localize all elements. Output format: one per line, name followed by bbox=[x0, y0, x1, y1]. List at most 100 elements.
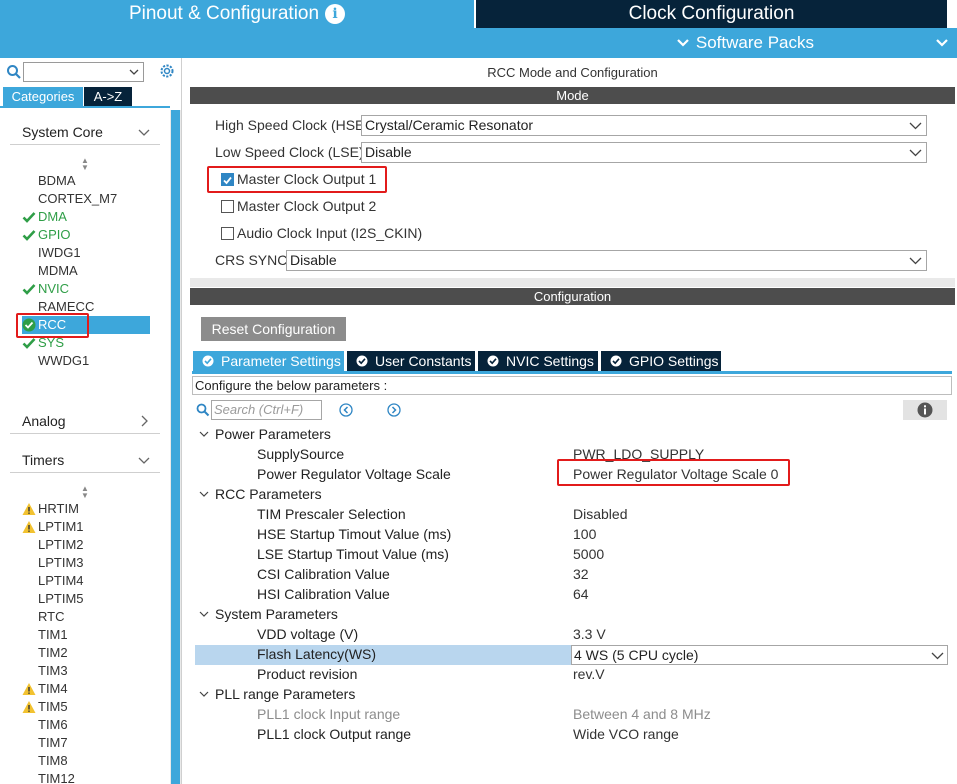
expand-chevron-icon[interactable] bbox=[931, 30, 953, 56]
sidebar-item-hrtim[interactable]: HRTIM bbox=[22, 500, 150, 518]
section-analog[interactable]: Analog bbox=[10, 410, 160, 434]
chevron-down-icon bbox=[138, 457, 150, 464]
sidebar-item-label: TIM2 bbox=[38, 645, 68, 660]
value-pll1-output-range[interactable]: Wide VCO range bbox=[573, 726, 679, 742]
sidebar-item-tim2[interactable]: TIM2 bbox=[22, 644, 150, 662]
next-arrow-icon[interactable] bbox=[387, 403, 401, 417]
mco2-checkbox[interactable] bbox=[221, 200, 234, 213]
checkmark-icon bbox=[22, 230, 36, 241]
flash-latency-select[interactable]: 4 WS (5 CPU cycle) bbox=[571, 645, 948, 665]
warning-icon bbox=[22, 503, 36, 515]
sidebar-item-tim3[interactable]: TIM3 bbox=[22, 662, 150, 680]
value-rcc-0[interactable]: Disabled bbox=[573, 506, 627, 522]
sidebar-item-bdma[interactable]: BDMA bbox=[22, 172, 150, 190]
value-vdd-voltage[interactable]: 3.3 V bbox=[573, 626, 606, 642]
tab-gpio-settings[interactable]: GPIO Settings bbox=[601, 351, 721, 371]
sidebar-item-gpio[interactable]: GPIO bbox=[22, 226, 150, 244]
param-flash-latency: Flash Latency(WS) bbox=[257, 646, 377, 662]
sidebar-item-label: TIM6 bbox=[38, 717, 68, 732]
software-packs-button[interactable]: Software Packs bbox=[0, 28, 957, 58]
sidebar-item-label: WWDG1 bbox=[38, 353, 90, 368]
sort-arrows-icon[interactable]: ▲ ▼ bbox=[80, 485, 90, 500]
crs-sync-select[interactable]: Disable bbox=[286, 250, 927, 271]
sidebar-item-label: RTC bbox=[38, 609, 65, 624]
check-circle-icon bbox=[202, 355, 214, 367]
reset-configuration-button[interactable]: Reset Configuration bbox=[201, 317, 346, 341]
value-product-revision[interactable]: rev.V bbox=[573, 666, 605, 682]
collapse-arrow-icon[interactable] bbox=[199, 429, 209, 439]
sidebar-item-tim4[interactable]: TIM4 bbox=[22, 680, 150, 698]
sidebar-item-lptim2[interactable]: LPTIM2 bbox=[22, 536, 150, 554]
sidebar-item-label: MDMA bbox=[38, 263, 78, 278]
tab-parameter-settings[interactable]: Parameter Settings bbox=[193, 351, 344, 371]
chevron-down-icon bbox=[909, 149, 922, 157]
info-button[interactable] bbox=[903, 400, 947, 420]
sidebar-scrollbar-thumb[interactable] bbox=[171, 110, 180, 784]
value-rcc-4[interactable]: 64 bbox=[573, 586, 589, 602]
sidebar-item-tim8[interactable]: TIM8 bbox=[22, 752, 150, 770]
sidebar-item-label: BDMA bbox=[38, 173, 76, 188]
param-pll1-output-range[interactable]: PLL1 clock Output range bbox=[257, 726, 411, 742]
section-system-core[interactable]: System Core bbox=[10, 121, 160, 145]
sidebar-item-label: RAMECC bbox=[38, 299, 95, 314]
sidebar-item-cortex_m7[interactable]: CORTEX_M7 bbox=[22, 190, 150, 208]
sidebar-item-label: LPTIM5 bbox=[38, 591, 84, 606]
param-vdd-voltage[interactable]: VDD voltage (V) bbox=[257, 626, 358, 642]
sidebar-item-label: GPIO bbox=[38, 227, 71, 242]
param-rcc-1[interactable]: HSE Startup Timout Value (ms) bbox=[257, 526, 451, 542]
tab-nvic-settings[interactable]: NVIC Settings bbox=[478, 351, 598, 371]
value-rcc-3[interactable]: 32 bbox=[573, 566, 589, 582]
sidebar-search-combo[interactable] bbox=[23, 62, 144, 82]
sidebar-item-tim12[interactable]: TIM12 bbox=[22, 770, 150, 784]
sidebar-item-lptim1[interactable]: LPTIM1 bbox=[22, 518, 150, 536]
sidebar-item-lptim4[interactable]: LPTIM4 bbox=[22, 572, 150, 590]
sidebar-item-tim7[interactable]: TIM7 bbox=[22, 734, 150, 752]
tab-user-constants[interactable]: User Constants bbox=[347, 351, 475, 371]
audio-clock-checkbox[interactable] bbox=[221, 227, 234, 240]
sidebar-item-tim1[interactable]: TIM1 bbox=[22, 626, 150, 644]
tab-a-to-z[interactable]: A->Z bbox=[84, 87, 132, 106]
section-timers[interactable]: Timers bbox=[10, 449, 160, 473]
sidebar-item-mdma[interactable]: MDMA bbox=[22, 262, 150, 280]
value-rcc-1[interactable]: 100 bbox=[573, 526, 596, 542]
mode-header: Mode bbox=[190, 87, 955, 104]
parameter-search-input[interactable]: Search (Ctrl+F) bbox=[211, 400, 322, 420]
param-pll1-input-range: PLL1 clock Input range bbox=[257, 706, 401, 722]
sidebar-item-wwdg1[interactable]: WWDG1 bbox=[22, 352, 150, 370]
param-product-revision[interactable]: Product revision bbox=[257, 666, 357, 682]
panel-divider[interactable] bbox=[190, 278, 955, 287]
sidebar-item-iwdg1[interactable]: IWDG1 bbox=[22, 244, 150, 262]
hse-select[interactable]: Crystal/Ceramic Resonator bbox=[361, 115, 927, 136]
tab-pinout-configuration[interactable]: Pinout & Configuration i bbox=[0, 0, 474, 28]
chevron-down-icon bbox=[931, 652, 944, 660]
param-supply-source[interactable]: SupplySource bbox=[257, 446, 344, 462]
sidebar-item-label: TIM7 bbox=[38, 735, 68, 750]
sidebar-item-dma[interactable]: DMA bbox=[22, 208, 150, 226]
tab-clock-configuration[interactable]: Clock Configuration bbox=[476, 0, 947, 28]
sort-arrows-icon[interactable]: ▲ ▼ bbox=[80, 157, 90, 172]
param-rcc-3[interactable]: CSI Calibration Value bbox=[257, 566, 390, 582]
value-rcc-2[interactable]: 5000 bbox=[573, 546, 604, 562]
sidebar-item-lptim3[interactable]: LPTIM3 bbox=[22, 554, 150, 572]
collapse-arrow-icon[interactable] bbox=[199, 489, 209, 499]
collapse-arrow-icon[interactable] bbox=[199, 689, 209, 699]
param-voltage-scale[interactable]: Power Regulator Voltage Scale bbox=[257, 466, 451, 482]
param-rcc-4[interactable]: HSI Calibration Value bbox=[257, 586, 390, 602]
sidebar-item-lptim5[interactable]: LPTIM5 bbox=[22, 590, 150, 608]
gear-icon[interactable] bbox=[158, 62, 176, 80]
sidebar-item-rtc[interactable]: RTC bbox=[22, 608, 150, 626]
sidebar-item-nvic[interactable]: NVIC bbox=[22, 280, 150, 298]
lse-select[interactable]: Disable bbox=[361, 142, 927, 163]
sidebar-item-tim6[interactable]: TIM6 bbox=[22, 716, 150, 734]
section-analog-label: Analog bbox=[22, 413, 66, 429]
flash-latency-row[interactable] bbox=[195, 645, 571, 665]
info-icon[interactable]: i bbox=[325, 4, 346, 24]
previous-arrow-icon[interactable] bbox=[339, 403, 353, 417]
tab-categories[interactable]: Categories bbox=[3, 87, 83, 106]
sidebar-item-tim5[interactable]: TIM5 bbox=[22, 698, 150, 716]
sidebar-item-label: TIM1 bbox=[38, 627, 68, 642]
collapse-arrow-icon[interactable] bbox=[199, 609, 209, 619]
info-icon bbox=[917, 402, 933, 418]
param-rcc-2[interactable]: LSE Startup Timout Value (ms) bbox=[257, 546, 449, 562]
param-rcc-0[interactable]: TIM Prescaler Selection bbox=[257, 506, 406, 522]
